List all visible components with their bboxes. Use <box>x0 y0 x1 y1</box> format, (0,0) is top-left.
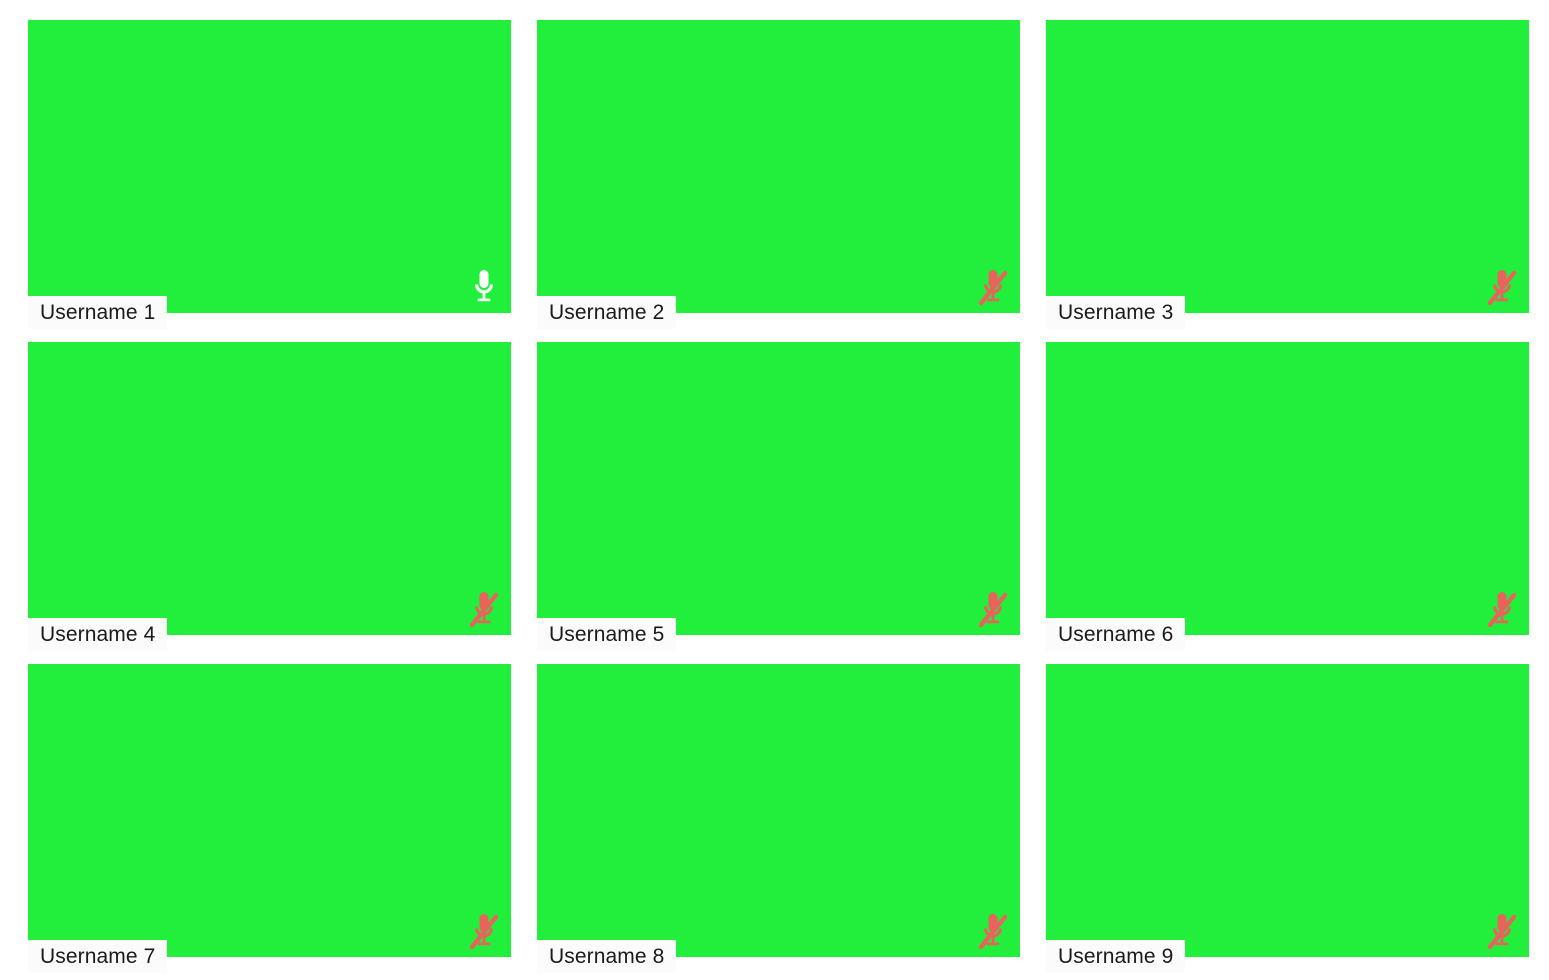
participant-name-label: Username 7 <box>28 940 168 973</box>
microphone-icon[interactable] <box>467 267 501 307</box>
video-surface <box>1046 20 1529 313</box>
participant-name-label: Username 9 <box>1046 940 1186 973</box>
participant-tile[interactable]: Username 3 <box>1046 20 1529 329</box>
participant-name-label: Username 5 <box>537 618 677 651</box>
participant-tile[interactable]: Username 6 <box>1046 342 1529 651</box>
participant-tile[interactable]: Username 7 <box>28 664 511 973</box>
participant-tile[interactable]: Username 4 <box>28 342 511 651</box>
participant-name-label: Username 4 <box>28 618 168 651</box>
video-surface <box>28 664 511 957</box>
microphone-muted-icon[interactable] <box>1485 267 1519 307</box>
participant-name-label: Username 2 <box>537 296 677 329</box>
microphone-muted-icon[interactable] <box>976 267 1010 307</box>
video-surface <box>1046 664 1529 957</box>
microphone-muted-icon[interactable] <box>1485 589 1519 629</box>
participant-name-label: Username 8 <box>537 940 677 973</box>
participant-tile[interactable]: Username 1 <box>28 20 511 329</box>
participant-name-label: Username 3 <box>1046 296 1186 329</box>
microphone-muted-icon[interactable] <box>976 911 1010 951</box>
microphone-muted-icon[interactable] <box>467 589 501 629</box>
participant-tile[interactable]: Username 5 <box>537 342 1020 651</box>
video-surface <box>28 20 511 313</box>
video-surface <box>28 342 511 635</box>
participant-name-label: Username 6 <box>1046 618 1186 651</box>
video-surface <box>537 342 1020 635</box>
participant-tile[interactable]: Username 9 <box>1046 664 1529 973</box>
participant-tile[interactable]: Username 2 <box>537 20 1020 329</box>
video-surface <box>537 664 1020 957</box>
participant-tile[interactable]: Username 8 <box>537 664 1020 973</box>
video-surface <box>537 20 1020 313</box>
video-surface <box>1046 342 1529 635</box>
microphone-muted-icon[interactable] <box>976 589 1010 629</box>
participant-name-label: Username 1 <box>28 296 168 329</box>
microphone-muted-icon[interactable] <box>1485 911 1519 951</box>
microphone-muted-icon[interactable] <box>467 911 501 951</box>
video-call-grid: Username 1 Username 2 Username 3 Usernam… <box>0 0 1549 980</box>
